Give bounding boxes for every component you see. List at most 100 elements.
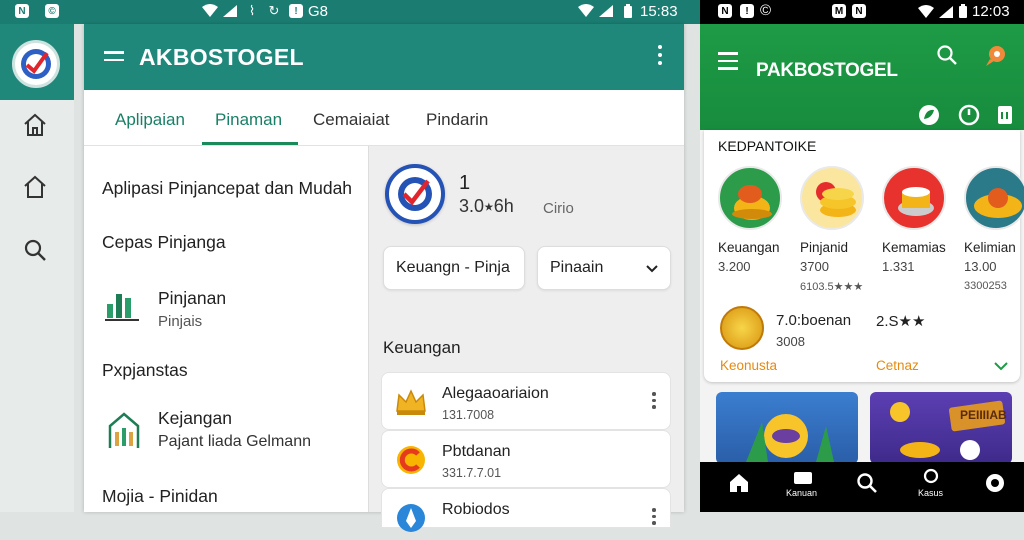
home-icon[interactable]	[22, 112, 50, 140]
secondary-app-panel: N ! © M N 12:03 PAKBOSTOGEL KEDPANTOIKE …	[700, 0, 1024, 512]
notification-icon: N	[14, 3, 30, 19]
signal-icon	[938, 5, 954, 23]
category-rating: 6103.5★★★	[800, 281, 864, 293]
document-icon[interactable]	[996, 104, 1018, 126]
app-rank: 1	[459, 172, 471, 194]
search-icon[interactable]	[936, 44, 958, 66]
more-options-icon[interactable]	[652, 508, 656, 528]
app-logo-icon	[385, 164, 445, 224]
section-title: KEDPANTOIKE	[718, 138, 817, 154]
copyright-icon: ©	[760, 2, 772, 19]
money-bag-icon	[718, 166, 782, 230]
home-alt-icon[interactable]	[22, 174, 50, 202]
chat-icon[interactable]	[984, 44, 1006, 66]
category-item[interactable]: Keuangan 3.200	[718, 166, 798, 274]
signal-icon	[598, 3, 614, 19]
list-item-title: Alegaaoariaion	[442, 385, 549, 402]
feature-link[interactable]: Keonusta	[720, 358, 777, 373]
list-item[interactable]: Robiodos	[381, 488, 671, 532]
category-value: 13.00	[964, 259, 997, 274]
category-value: 3.200	[718, 259, 751, 274]
alert-icon: N	[852, 4, 866, 18]
filter-dropdown[interactable]: Pinaain	[537, 246, 671, 290]
category-name: Kelimian	[964, 240, 1016, 255]
list-item[interactable]: Pbtdanan 331.7.7.01	[381, 430, 671, 488]
cake-icon	[882, 166, 946, 230]
app-logo-icon[interactable]	[12, 40, 60, 88]
alert-icon: !	[288, 3, 304, 19]
feature-rating: 2.S★★	[876, 313, 926, 330]
category-chip[interactable]: Keuangn - Pinja	[383, 246, 525, 290]
tab-aplipaian[interactable]: Aplipaian	[115, 110, 185, 130]
feature-link[interactable]: Cetnaz	[876, 358, 919, 373]
tab-pinaman[interactable]: Pinaman	[215, 110, 282, 130]
tab-pindarin[interactable]: Pindarin	[426, 110, 488, 130]
nav-label: Kanuan	[786, 488, 818, 498]
nav-label: Kasus	[918, 488, 944, 498]
battery-icon	[620, 3, 636, 19]
chevron-down-icon[interactable]	[994, 358, 1008, 376]
coin-logo-icon	[394, 443, 428, 477]
category-item[interactable]: Kelimian 13.00 3300253	[964, 166, 1024, 292]
app-bar: AKBOSTOGEL	[84, 24, 684, 90]
coin-stack-icon	[800, 166, 864, 230]
category-name: Keuangan	[718, 240, 780, 255]
list-item-title: Pbtdanan	[442, 443, 511, 460]
search-icon[interactable]	[22, 237, 50, 265]
app-rating: 3.0⭑6h	[459, 196, 514, 216]
list-item-title[interactable]: Kejangan	[158, 408, 232, 429]
signal-icon	[222, 3, 238, 19]
wifi-icon	[918, 5, 934, 23]
message-icon: ©	[44, 3, 60, 19]
more-options-icon[interactable]	[658, 45, 662, 69]
promo-banner[interactable]: PEIIIIAB	[870, 392, 1012, 464]
sync-icon: ↻	[268, 3, 280, 18]
tab-indicator	[202, 142, 298, 145]
menu-icon[interactable]	[104, 51, 124, 66]
home-icon[interactable]	[728, 472, 754, 498]
list-item-sub: 131.7008	[442, 408, 495, 422]
chevron-down-icon	[646, 261, 658, 279]
leaf-icon[interactable]	[918, 104, 940, 126]
menu-icon[interactable]	[718, 52, 738, 75]
battery-icon	[958, 4, 968, 23]
search-icon[interactable]	[856, 472, 882, 498]
bottom-nav: Kanuan Kasus	[700, 462, 1024, 512]
list-heading-3[interactable]: Pxpjanstas	[102, 360, 188, 381]
tab-bar: Aplipaian Pinaman Cemaiaiat Pindarin	[84, 90, 684, 146]
left-column: Aplipasi Pinjancepat dan Mudah Cepas Pin…	[84, 146, 368, 512]
app-extra: Cirio	[543, 200, 574, 217]
category-item[interactable]: Kemamias 1.331	[882, 166, 962, 274]
category-name: Pinjanid	[800, 240, 849, 255]
list-item-sub: 331.7.7.01	[442, 466, 502, 480]
message-icon: M	[832, 4, 846, 18]
list-item[interactable]: Alegaaoariaion 131.7008	[381, 372, 671, 430]
app-bar: PAKBOSTOGEL	[700, 24, 1024, 130]
crown-icon	[394, 385, 428, 419]
main-app-panel: AKBOSTOGEL Aplipaian Pinaman Cemaiaiat P…	[84, 24, 684, 532]
wifi-icon	[202, 3, 218, 19]
settings-icon[interactable]	[984, 472, 1010, 498]
clock-icon[interactable]	[958, 104, 980, 126]
category-rating: 3300253	[964, 280, 1007, 292]
category-value: 1.331	[882, 259, 915, 274]
list-heading-4[interactable]: Mojia - Pinidan	[102, 486, 218, 507]
more-options-icon[interactable]	[652, 392, 656, 412]
list-heading-2[interactable]: Cepas Pinjanga	[102, 232, 226, 253]
gold-coin-icon	[720, 306, 764, 350]
feature-title: 7.0:boenan	[776, 312, 852, 329]
list-heading-1[interactable]: Aplipasi Pinjancepat dan Mudah	[102, 178, 352, 199]
list-item-title[interactable]: Pinjanan	[158, 288, 226, 309]
navigation-rail	[0, 24, 74, 512]
list-item-sub: Pajant liada Gelmann	[158, 433, 311, 450]
tab-cemaiaiat[interactable]: Cemaiaiat	[313, 110, 390, 130]
bar-chart-icon	[104, 286, 140, 322]
category-item[interactable]: Pinjanid 3700 6103.5★★★	[800, 166, 880, 293]
rail-header	[0, 24, 74, 100]
list-item-title: Robiodos	[442, 501, 510, 518]
pie-icon	[964, 166, 1024, 230]
promo-label: PEIIIIAB	[960, 408, 1007, 422]
alert-icon: !	[740, 4, 754, 18]
promo-banner[interactable]	[716, 392, 858, 464]
app-title: AKBOSTOGEL	[139, 44, 304, 70]
